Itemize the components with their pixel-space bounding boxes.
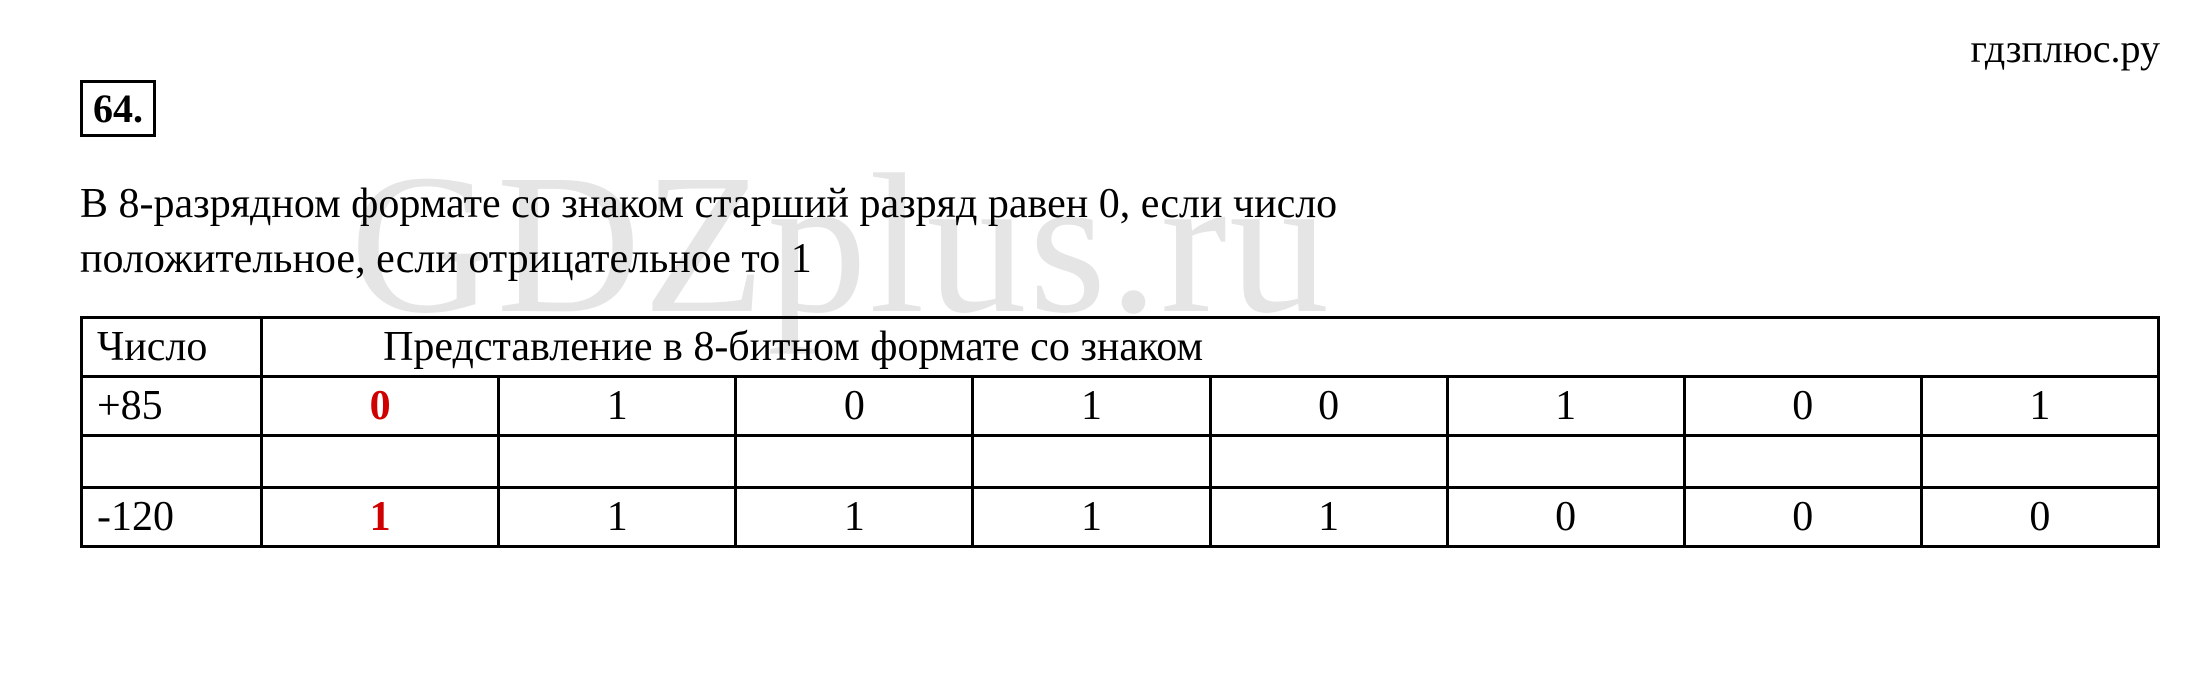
binary-representation-table: Число Представление в 8-битном формате с… <box>80 316 2160 548</box>
table-row: -120 1 1 1 1 1 0 0 0 <box>82 488 2159 547</box>
bit-cell <box>973 436 1210 488</box>
watermark-site-label: гдзплюс.ру <box>1970 25 2160 72</box>
bit-cell: 1 <box>736 488 973 547</box>
bit-cell <box>499 436 736 488</box>
bit-cell <box>1447 436 1684 488</box>
table-row: +85 0 1 0 1 0 1 0 1 <box>82 377 2159 436</box>
bit-cell <box>1210 436 1447 488</box>
bit-cell: 0 <box>1210 377 1447 436</box>
bit-cell: 1 <box>499 377 736 436</box>
sign-bit-cell: 0 <box>262 377 499 436</box>
bit-cell: 0 <box>1447 488 1684 547</box>
header-number-column: Число <box>82 318 262 377</box>
bit-cell: 0 <box>1684 488 1921 547</box>
document-content: 64. В 8-разрядном формате со знаком стар… <box>80 80 2160 548</box>
table-header-row: Число Представление в 8-битном формате с… <box>82 318 2159 377</box>
bit-cell: 1 <box>1447 377 1684 436</box>
bit-cell: 1 <box>1210 488 1447 547</box>
task-number-box: 64. <box>80 80 156 137</box>
sign-bit-cell: 1 <box>262 488 499 547</box>
task-number: 64 <box>93 86 133 131</box>
bit-cell: 0 <box>1684 377 1921 436</box>
bit-cell: 0 <box>736 377 973 436</box>
bit-cell: 1 <box>499 488 736 547</box>
number-cell: +85 <box>82 377 262 436</box>
number-cell <box>82 436 262 488</box>
header-representation-column: Представление в 8-битном формате со знак… <box>262 318 2159 377</box>
bit-cell: 1 <box>973 377 1210 436</box>
bit-cell: 1 <box>973 488 1210 547</box>
bit-cell <box>736 436 973 488</box>
bit-cell: 0 <box>1921 488 2158 547</box>
number-cell: -120 <box>82 488 262 547</box>
table-row <box>82 436 2159 488</box>
explanation-text: В 8-разрядном формате со знаком старший … <box>80 177 1480 286</box>
bit-cell <box>1684 436 1921 488</box>
task-number-dot: . <box>133 86 143 131</box>
sign-bit-cell <box>262 436 499 488</box>
bit-cell: 1 <box>1921 377 2158 436</box>
bit-cell <box>1921 436 2158 488</box>
